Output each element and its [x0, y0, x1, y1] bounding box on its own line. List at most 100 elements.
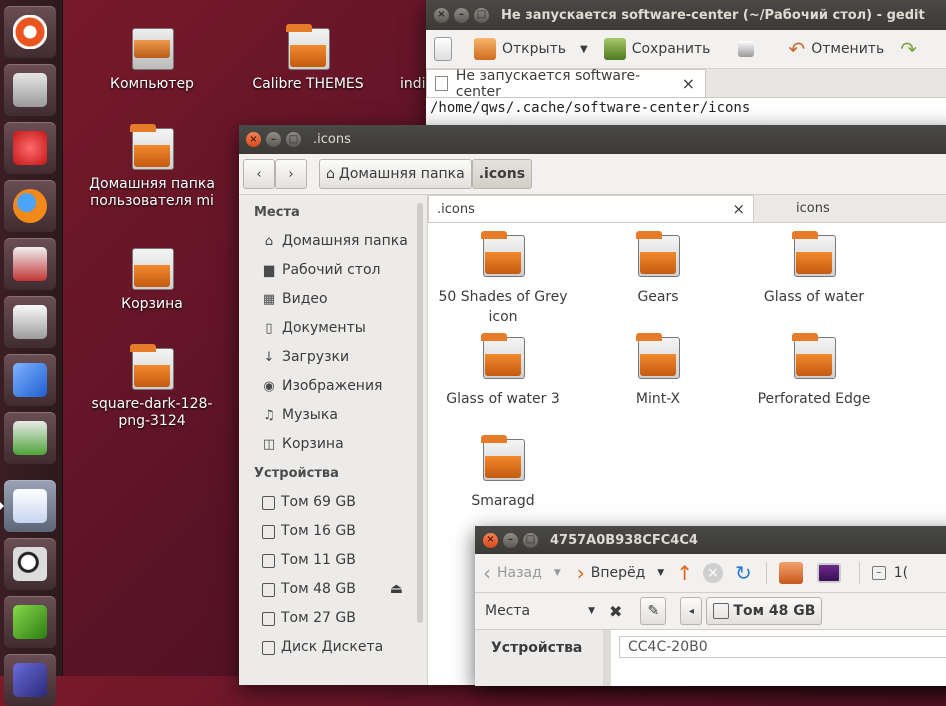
launcher-text-editor[interactable]	[0, 480, 56, 532]
forward-button[interactable]: › Вперёд ▼	[569, 561, 672, 585]
breadcrumb-current[interactable]: .icons	[471, 159, 533, 189]
sidebar-item-label: Том 16 GB	[281, 523, 356, 539]
nautilus-sidebar: Места ⌂ Домашняя папка ▆ Рабочий стол ▦ Видео…	[239, 195, 428, 685]
sidebar-item-label: Том 27 GB	[281, 610, 356, 626]
eject-icon[interactable]: ⏏	[390, 575, 403, 604]
print-button[interactable]	[734, 41, 764, 57]
sidebar-item-place[interactable]: ▆ Рабочий стол	[239, 256, 427, 285]
folder-item[interactable]: Gears	[583, 231, 733, 307]
launcher-firefox[interactable]	[4, 180, 56, 232]
chevron-down-icon[interactable]: ▼	[554, 568, 561, 578]
reload-button[interactable]: ↻	[729, 561, 758, 585]
sidebar-item-label: Том 69 GB	[281, 494, 356, 510]
gedit-tab[interactable]: Не запускается software-center ×	[426, 68, 706, 100]
back-button[interactable]: ‹	[243, 159, 275, 189]
launcher-disk-utility[interactable]	[4, 122, 56, 174]
launcher-system-settings[interactable]	[4, 64, 56, 116]
forward-button[interactable]: ›	[275, 159, 307, 189]
chevron-left-icon: ◂	[688, 605, 694, 617]
minimize-icon[interactable]: –	[266, 132, 281, 147]
chevron-down-icon[interactable]: ▼	[580, 44, 588, 55]
launcher-software-center[interactable]	[4, 412, 56, 464]
launcher-writer[interactable]	[4, 354, 56, 406]
desktop-icon-square-dark[interactable]: square-dark-128-png-3124	[82, 344, 222, 430]
close-sidebar-icon[interactable]: ✖	[609, 602, 622, 621]
stop-icon: ×	[702, 563, 723, 583]
tab-close-icon[interactable]: ×	[732, 200, 745, 218]
sidebar-item-place[interactable]: ◉ Изображения	[239, 372, 427, 401]
minimize-icon[interactable]: –	[454, 7, 469, 23]
launcher-software-updater[interactable]	[4, 238, 56, 290]
new-button[interactable]	[426, 37, 466, 61]
sidebar-item-place[interactable]: ◫ Корзина	[239, 430, 427, 459]
sidebar-item-device[interactable]: Том 27 GB	[239, 604, 427, 633]
chevron-right-icon: ›	[288, 166, 294, 182]
open-button[interactable]: Открыть ▼	[466, 38, 596, 60]
sidebar-item-device[interactable]: Том 69 GB	[239, 488, 427, 517]
desktop-icon-indi[interactable]: indi	[380, 24, 426, 93]
folder-icon	[481, 333, 525, 379]
desktop-icon-computer[interactable]: Компьютер	[82, 24, 222, 93]
tab-icons[interactable]: icons	[754, 195, 946, 222]
maximize-icon[interactable]: □	[286, 132, 301, 147]
back-button[interactable]: ‹ Назад ▼	[475, 561, 569, 585]
sidebar-item-place[interactable]: ⌂ Домашняя папка	[239, 227, 427, 256]
breadcrumb-home[interactable]: ⌂ Домашняя папка	[319, 159, 472, 189]
folder-item[interactable]: Perforated Edge	[739, 333, 889, 409]
sidebar-item-device[interactable]: Диск Дискета	[239, 633, 427, 662]
folder-item[interactable]: Pos	[894, 333, 946, 409]
desktop-icon-trash[interactable]: Корзина	[82, 244, 222, 313]
folder-item[interactable]: 50 Shades of Grey icon	[428, 231, 578, 327]
folder-item[interactable]: Glass of water	[739, 231, 889, 307]
chevron-down-icon[interactable]: ▼	[657, 568, 664, 578]
path-back-button[interactable]: ◂	[680, 597, 703, 625]
tab-close-icon[interactable]: ×	[682, 74, 695, 93]
sidebar-item-device[interactable]: Том 11 GB	[239, 546, 427, 575]
path-field[interactable]: CC4C-20B0	[619, 636, 946, 658]
folder-item[interactable]: Smaragd	[428, 435, 578, 511]
launcher-printer[interactable]	[4, 296, 56, 348]
minimize-icon[interactable]: –	[503, 532, 518, 548]
cut-button[interactable]: ✂	[941, 40, 946, 59]
sidebar-item-place[interactable]: ▯ Документы	[239, 314, 427, 343]
folder-item-label: Glass of water 3	[446, 391, 560, 407]
computer-button[interactable]	[813, 563, 851, 583]
folder-item[interactable]: Glass of water 3	[428, 333, 578, 409]
home-button[interactable]	[775, 562, 813, 584]
sidebar-scrollbar[interactable]	[417, 203, 423, 623]
close-icon[interactable]: ×	[434, 7, 449, 23]
sidebar-item-device[interactable]: Том 16 GB	[239, 517, 427, 546]
undo-button[interactable]: ↶ Отменить	[780, 37, 892, 61]
close-icon[interactable]: ×	[483, 532, 498, 548]
launcher-other[interactable]	[4, 654, 56, 706]
launcher-search[interactable]	[4, 538, 56, 590]
launcher-image-viewer[interactable]	[4, 596, 56, 648]
desktop-icon-home-folder[interactable]: Домашняя папка пользователя mi	[82, 124, 222, 210]
maximize-icon[interactable]: □	[474, 7, 489, 23]
maximize-icon[interactable]: □	[523, 532, 538, 548]
edit-location-button[interactable]: ✎	[640, 597, 667, 625]
up-button[interactable]: ↑	[672, 561, 697, 585]
folder-open-icon	[474, 38, 496, 60]
place-icon: ▆	[264, 262, 274, 278]
folder-icon	[636, 333, 680, 379]
path-location-button[interactable]: Том 48 GB	[706, 597, 823, 625]
folder-item[interactable]: Mint-X	[583, 333, 733, 409]
tab-icons-hidden[interactable]: .icons ×	[428, 195, 754, 222]
folder-item-label: 50 Shades of Grey icon	[438, 289, 568, 325]
zoom-out-button[interactable]: –	[868, 566, 890, 580]
close-icon[interactable]: ×	[246, 132, 261, 147]
gedit-tabbar: Не запускается software-center ×	[426, 68, 946, 100]
ubuntu-dash-button[interactable]	[4, 6, 56, 58]
save-button[interactable]: Сохранить	[596, 38, 719, 60]
desktop-icon-calibre-themes[interactable]: Calibre THEMES	[238, 24, 378, 93]
folder-item[interactable]: Gla	[894, 231, 946, 307]
places-select[interactable]: Места ▼	[485, 603, 595, 619]
redo-button[interactable]: ↷	[892, 37, 925, 61]
stop-button[interactable]: ×	[697, 563, 729, 583]
sidebar-scrollbar[interactable]	[603, 630, 611, 686]
sidebar-item-place[interactable]: ♫ Музыка	[239, 401, 427, 430]
sidebar-item-place[interactable]: ↓ Загрузки	[239, 343, 427, 372]
sidebar-item-device[interactable]: Том 48 GB ⏏	[239, 575, 427, 604]
sidebar-item-place[interactable]: ▦ Видео	[239, 285, 427, 314]
